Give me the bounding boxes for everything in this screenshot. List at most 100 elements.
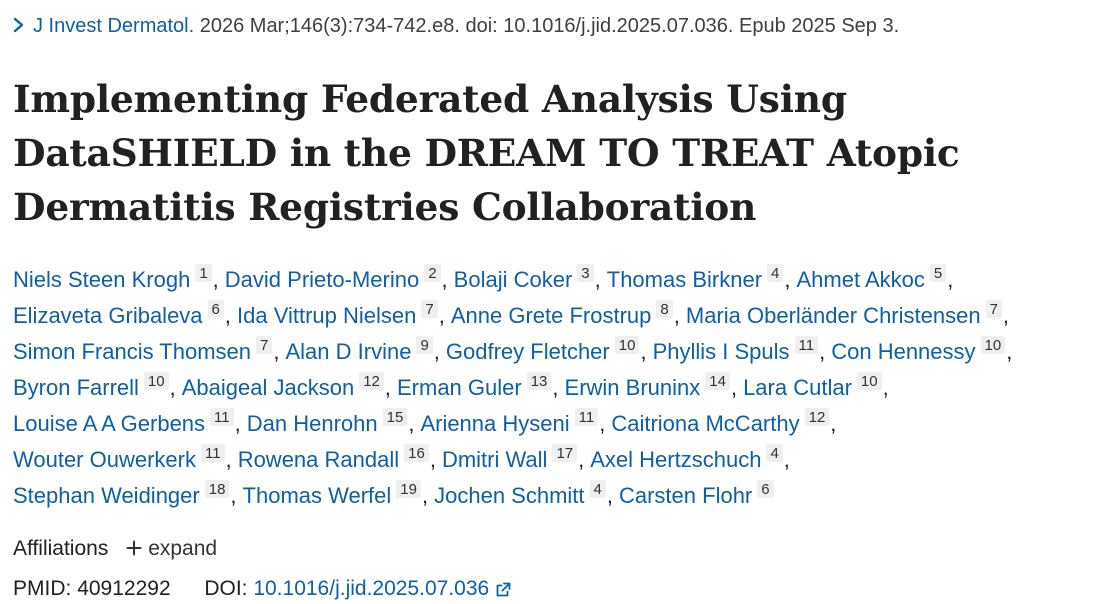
affiliation-badge[interactable]: 12 [804, 408, 830, 426]
affiliation-badge[interactable]: 13 [526, 372, 552, 390]
author-link[interactable]: Con Hennessy [831, 339, 975, 364]
author-link[interactable]: Maria Oberländer Christensen [686, 303, 981, 328]
author-link[interactable]: Niels Steen Krogh [13, 267, 190, 292]
author-link[interactable]: Erman Guler [397, 375, 522, 400]
author-separator: , [384, 375, 391, 400]
author-separator: , [230, 483, 237, 508]
author-link[interactable]: Abaigeal Jackson [182, 375, 354, 400]
author-separator: , [408, 411, 415, 436]
author-separator: , [224, 303, 232, 328]
author-link[interactable]: Lara Cutlar [743, 375, 852, 400]
author-link[interactable]: Anne Grete Frostrup [451, 303, 652, 328]
affiliation-badge[interactable]: 7 [421, 300, 438, 318]
author-link[interactable]: Ida Vittrup Nielsen [237, 303, 416, 328]
authors-line: Stephan Weidinger 18, Thomas Werfel 19, Joch… [13, 478, 1108, 514]
affiliation-badge[interactable]: 10 [143, 372, 169, 390]
author-link[interactable]: Bolaji Coker [454, 267, 573, 292]
author-separator: , [438, 303, 445, 328]
identifiers-row: PMID: 40912292 DOI: 10.1016/j.jid.2025.0… [13, 574, 512, 604]
author-separator: , [819, 339, 826, 364]
author-separator: , [606, 483, 613, 508]
author-link[interactable]: Thomas Werfel [243, 483, 392, 508]
affiliation-badge[interactable]: 9 [416, 336, 433, 354]
affiliation-badge[interactable]: 16 [404, 444, 429, 462]
author-separator: , [273, 339, 280, 364]
author-link[interactable]: Caitriona McCarthy [611, 411, 799, 436]
external-link-icon [496, 582, 511, 597]
chevron-right-icon[interactable] [13, 17, 25, 33]
authors-line: Louise A A Gerbens 11, Dan Henrohn 15, Arien… [13, 406, 1108, 442]
author-link[interactable]: Stephan Weidinger [13, 483, 200, 508]
author-link[interactable]: Dan Henrohn [247, 411, 378, 436]
author-link[interactable]: Thomas Birkner [607, 267, 762, 292]
author-link[interactable]: Alan D Irvine [285, 339, 411, 364]
authors-line: Niels Steen Krogh 1, David Prieto-Merino 2,… [13, 262, 1108, 298]
author-link[interactable]: Wouter Ouwerkerk [13, 447, 196, 472]
affiliation-badge[interactable]: 10 [856, 372, 882, 390]
journal-link[interactable]: J Invest Dermatol. [33, 15, 194, 37]
author-link[interactable]: Louise A A Gerbens [13, 411, 205, 436]
citation-line: J Invest Dermatol. 2026 Mar;146(3):734-7… [13, 12, 899, 40]
affiliations-expand-button[interactable]: expand [126, 537, 217, 560]
plus-icon [126, 540, 142, 556]
author-link[interactable]: Elizaveta Gribaleva [13, 303, 203, 328]
author-link[interactable]: Godfrey Fletcher [446, 339, 610, 364]
affiliations-row: Affiliations expand [13, 534, 217, 564]
affiliation-badge[interactable]: 3 [577, 264, 594, 282]
affiliation-badge[interactable]: 17 [552, 444, 578, 462]
author-separator: , [429, 447, 436, 472]
author-separator: , [441, 267, 448, 292]
affiliation-badge[interactable]: 4 [766, 444, 783, 462]
authors-list: Niels Steen Krogh 1, David Prieto-Merino 2,… [13, 262, 1108, 514]
author-separator: , [599, 411, 606, 436]
author-separator: , [234, 411, 241, 436]
affiliation-badge[interactable]: 4 [767, 264, 784, 282]
authors-line: Elizaveta Gribaleva 6, Ida Vittrup Nielsen… [13, 298, 1108, 334]
author-link[interactable]: Simon Francis Thomsen [13, 339, 251, 364]
author-link[interactable]: Arienna Hyseni [420, 411, 569, 436]
author-link[interactable]: Rowena Randall [238, 447, 399, 472]
author-link[interactable]: Carsten Flohr [619, 483, 752, 508]
affiliation-badge[interactable]: 15 [382, 408, 408, 426]
author-link[interactable]: Byron Farrell [13, 375, 139, 400]
affiliation-badge[interactable]: 2 [424, 264, 441, 282]
affiliation-badge[interactable]: 5 [929, 264, 947, 282]
author-separator: , [594, 267, 601, 292]
affiliation-badge[interactable]: 7 [256, 336, 273, 354]
affiliation-badge[interactable]: 1 [195, 264, 212, 282]
affiliation-badge[interactable]: 14 [705, 372, 730, 390]
affiliation-badge[interactable]: 4 [589, 480, 606, 498]
author-link[interactable]: Erwin Bruninx [565, 375, 701, 400]
author-separator: , [783, 447, 790, 472]
affiliation-badge[interactable]: 6 [207, 300, 224, 318]
author-separator: , [169, 375, 176, 400]
affiliation-badge[interactable]: 10 [980, 336, 1006, 354]
affiliation-badge[interactable]: 8 [656, 300, 673, 318]
affiliation-badge[interactable]: 7 [985, 300, 1002, 318]
author-link[interactable]: Jochen Schmitt [434, 483, 584, 508]
article-header: J Invest Dermatol. 2026 Mar;146(3):734-7… [0, 0, 1120, 602]
author-link[interactable]: Phyllis I Spuls [653, 339, 790, 364]
author-separator: , [730, 375, 738, 400]
author-separator: , [421, 483, 429, 508]
affiliation-badge[interactable]: 6 [757, 480, 774, 498]
affiliation-badge[interactable]: 19 [396, 480, 421, 498]
author-link[interactable]: Axel Hertzschuch [590, 447, 761, 472]
affiliation-badge[interactable]: 11 [574, 408, 599, 426]
authors-line: Wouter Ouwerkerk 11, Rowena Randall 16, Dmit… [13, 442, 1108, 478]
affiliation-badge[interactable]: 11 [794, 336, 819, 354]
affiliation-badge[interactable]: 10 [614, 336, 640, 354]
affiliation-badge[interactable]: 11 [210, 408, 234, 426]
author-separator: , [1006, 339, 1013, 364]
affiliation-badge[interactable]: 18 [204, 480, 230, 498]
affiliation-badge[interactable]: 12 [359, 372, 384, 390]
doi-link[interactable]: 10.1016/j.jid.2025.07.036 [253, 577, 512, 600]
affiliation-badge[interactable]: 11 [200, 444, 225, 462]
author-link[interactable]: Ahmet Akkoc [797, 267, 925, 292]
author-link[interactable]: Dmitri Wall [442, 447, 548, 472]
author-separator: , [225, 447, 232, 472]
author-separator: , [673, 303, 680, 328]
pmid-value: 40912292 [77, 577, 171, 600]
author-separator: , [433, 339, 440, 364]
author-link[interactable]: David Prieto-Merino [225, 267, 419, 292]
